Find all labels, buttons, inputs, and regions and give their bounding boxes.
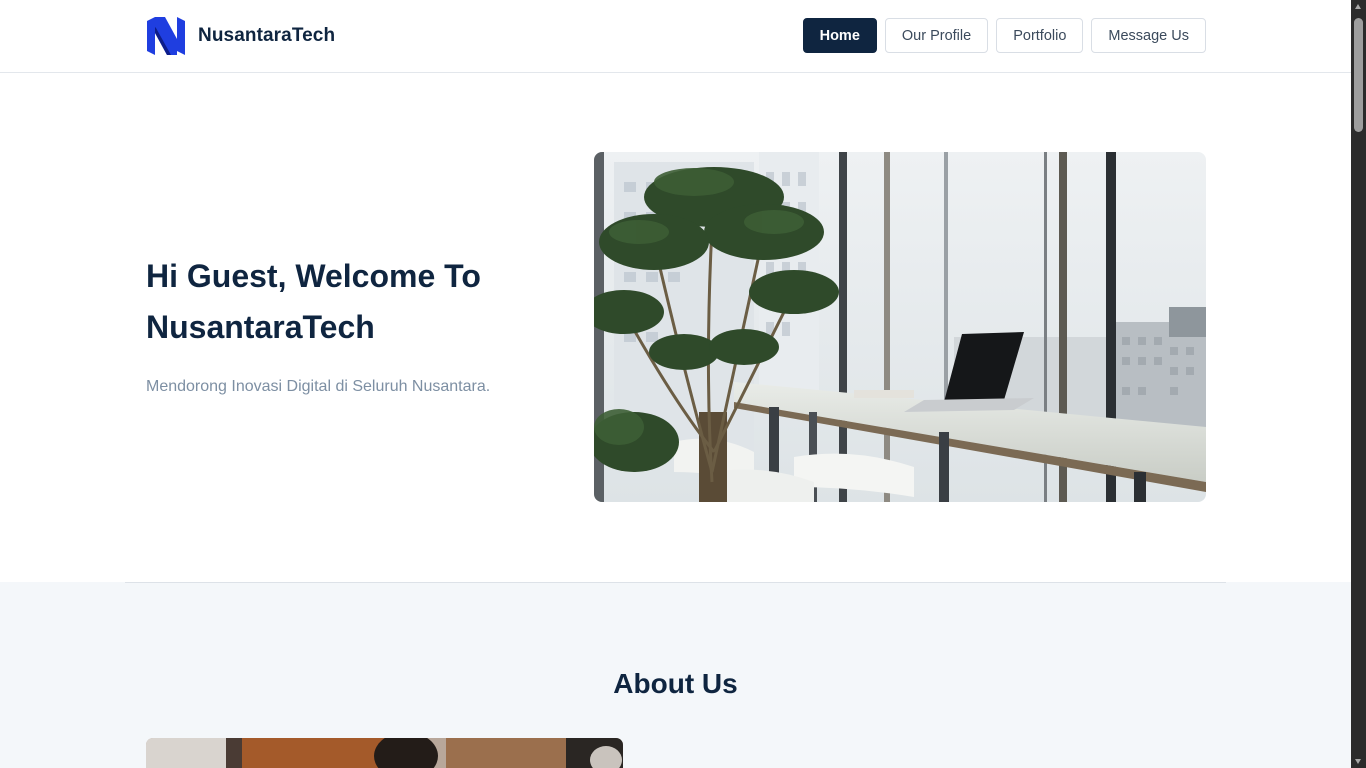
hero-office-image — [594, 152, 1206, 502]
brand-name: NusantaraTech — [198, 25, 336, 46]
page: NusantaraTech Home Our Profile Portfolio… — [0, 0, 1351, 768]
scroll-thumb[interactable] — [1354, 18, 1363, 132]
about-title: About Us — [613, 668, 738, 699]
section-divider — [125, 582, 1226, 583]
hero-subtitle: Mendorong Inovasi Digital di Seluruh Nus… — [146, 378, 491, 395]
brand-link[interactable]: NusantaraTech — [146, 17, 335, 55]
page-scrollbar[interactable] — [1351, 0, 1366, 768]
about-team-image — [146, 738, 623, 768]
main-nav: Home Our Profile Portfolio Message Us — [802, 18, 1206, 53]
nav-message-us-button[interactable]: Message Us — [1091, 18, 1206, 53]
hero-title: Hi Guest, Welcome To NusantaraTech — [146, 258, 481, 345]
nav-our-profile-button[interactable]: Our Profile — [884, 18, 989, 53]
navbar: NusantaraTech Home Our Profile Portfolio… — [0, 0, 1351, 73]
nav-portfolio-button[interactable]: Portfolio — [996, 18, 1084, 53]
scroll-up-arrow-icon[interactable] — [1355, 4, 1361, 9]
n-letter-logo-icon — [147, 17, 185, 55]
nav-home-button[interactable]: Home — [802, 18, 877, 53]
scroll-down-arrow-icon[interactable] — [1355, 759, 1361, 764]
